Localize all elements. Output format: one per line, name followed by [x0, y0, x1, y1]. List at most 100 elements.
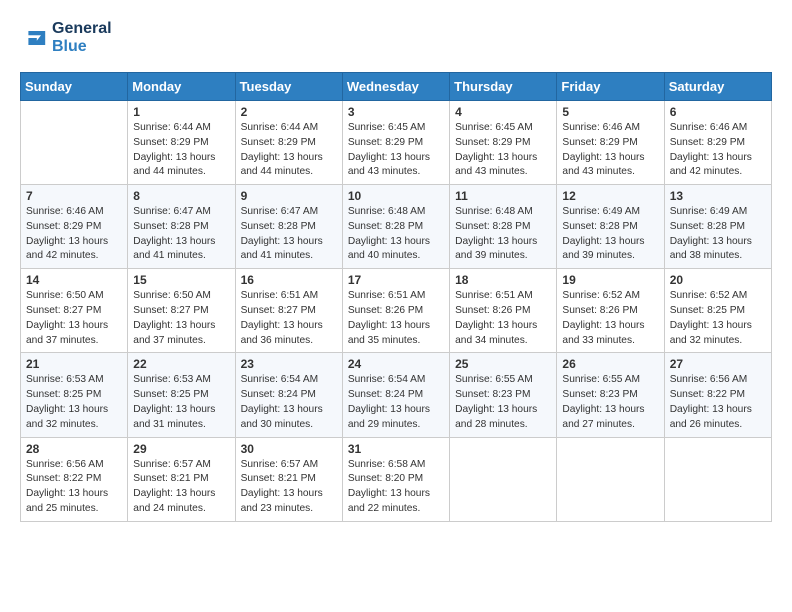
calendar-cell: 6 Sunrise: 6:46 AMSunset: 8:29 PMDaylight… [664, 101, 771, 185]
day-number: 11 [455, 189, 551, 203]
calendar-week-row: 7Sunrise: 6:46 AMSunset: 8:29 PMDaylight… [21, 185, 772, 269]
calendar-week-row: 14Sunrise: 6:50 AMSunset: 8:27 PMDayligh… [21, 269, 772, 353]
day-number: 24 [348, 357, 444, 371]
logo-text: General Blue [52, 20, 112, 56]
day-info: Sunrise: 6:56 AMSunset: 8:22 PMDaylight:… [26, 458, 122, 517]
day-info: Sunrise: 6:48 AMSunset: 8:28 PMDaylight:… [348, 205, 444, 264]
day-number: 10 [348, 189, 444, 203]
calendar-cell: 11 Sunrise: 6:48 AMSunset: 8:28 PMDayligh… [450, 185, 557, 269]
day-number: 13 [670, 189, 766, 203]
day-info: Sunrise: 6:51 AMSunset: 8:27 PMDaylight:… [241, 289, 337, 348]
calendar-cell [557, 437, 664, 521]
day-number: 20 [670, 273, 766, 287]
day-number: 30 [241, 442, 337, 456]
day-info: Sunrise: 6:47 AMSunset: 8:28 PMDaylight:… [133, 205, 229, 264]
day-info: Sunrise: 6:47 AMSunset: 8:28 PMDaylight:… [241, 205, 337, 264]
day-info: Sunrise: 6:46 AMSunset: 8:29 PMDaylight:… [26, 205, 122, 264]
day-info: Sunrise: 6:44 AMSunset: 8:29 PMDaylight:… [133, 121, 229, 180]
day-info: Sunrise: 6:54 AMSunset: 8:24 PMDaylight:… [348, 373, 444, 432]
calendar-cell: 3 Sunrise: 6:45 AMSunset: 8:29 PMDaylight… [342, 101, 449, 185]
day-info: Sunrise: 6:45 AMSunset: 8:29 PMDaylight:… [348, 121, 444, 180]
day-info: Sunrise: 6:45 AMSunset: 8:29 PMDaylight:… [455, 121, 551, 180]
calendar-cell: 5 Sunrise: 6:46 AMSunset: 8:29 PMDaylight… [557, 101, 664, 185]
calendar-table: SundayMondayTuesdayWednesdayThursdayFrid… [20, 72, 772, 522]
logo: General Blue [20, 20, 112, 56]
day-info: Sunrise: 6:56 AMSunset: 8:22 PMDaylight:… [670, 373, 766, 432]
day-info: Sunrise: 6:55 AMSunset: 8:23 PMDaylight:… [562, 373, 658, 432]
day-number: 16 [241, 273, 337, 287]
weekday-header: Thursday [450, 73, 557, 101]
day-number: 22 [133, 357, 229, 371]
weekday-header: Sunday [21, 73, 128, 101]
day-info: Sunrise: 6:44 AMSunset: 8:29 PMDaylight:… [241, 121, 337, 180]
day-number: 29 [133, 442, 229, 456]
calendar-cell: 15 Sunrise: 6:50 AMSunset: 8:27 PMDayligh… [128, 269, 235, 353]
calendar-cell: 12 Sunrise: 6:49 AMSunset: 8:28 PMDayligh… [557, 185, 664, 269]
day-number: 5 [562, 105, 658, 119]
day-number: 21 [26, 357, 122, 371]
calendar-cell: 10 Sunrise: 6:48 AMSunset: 8:28 PMDayligh… [342, 185, 449, 269]
day-info: Sunrise: 6:49 AMSunset: 8:28 PMDaylight:… [562, 205, 658, 264]
calendar-cell: 4 Sunrise: 6:45 AMSunset: 8:29 PMDaylight… [450, 101, 557, 185]
day-info: Sunrise: 6:46 AMSunset: 8:29 PMDaylight:… [670, 121, 766, 180]
calendar-cell: 28 Sunrise: 6:56 AMSunset: 8:22 PMDayligh… [21, 437, 128, 521]
calendar-cell: 24 Sunrise: 6:54 AMSunset: 8:24 PMDayligh… [342, 353, 449, 437]
calendar-cell: 16 Sunrise: 6:51 AMSunset: 8:27 PMDayligh… [235, 269, 342, 353]
calendar-cell: 23Sunrise: 6:54 AMSunset: 8:24 PMDayligh… [235, 353, 342, 437]
calendar-cell: 14Sunrise: 6:50 AMSunset: 8:27 PMDayligh… [21, 269, 128, 353]
day-info: Sunrise: 6:50 AMSunset: 8:27 PMDaylight:… [133, 289, 229, 348]
day-info: Sunrise: 6:51 AMSunset: 8:26 PMDaylight:… [455, 289, 551, 348]
day-info: Sunrise: 6:53 AMSunset: 8:25 PMDaylight:… [133, 373, 229, 432]
calendar-cell: 7Sunrise: 6:46 AMSunset: 8:29 PMDaylight… [21, 185, 128, 269]
day-number: 18 [455, 273, 551, 287]
day-number: 25 [455, 357, 551, 371]
day-info: Sunrise: 6:57 AMSunset: 8:21 PMDaylight:… [133, 458, 229, 517]
day-number: 28 [26, 442, 122, 456]
calendar-cell [664, 437, 771, 521]
calendar-cell: 22 Sunrise: 6:53 AMSunset: 8:25 PMDayligh… [128, 353, 235, 437]
day-info: Sunrise: 6:50 AMSunset: 8:27 PMDaylight:… [26, 289, 122, 348]
day-info: Sunrise: 6:58 AMSunset: 8:20 PMDaylight:… [348, 458, 444, 517]
day-number: 4 [455, 105, 551, 119]
day-number: 12 [562, 189, 658, 203]
day-info: Sunrise: 6:52 AMSunset: 8:26 PMDaylight:… [562, 289, 658, 348]
weekday-header: Monday [128, 73, 235, 101]
weekday-header: Tuesday [235, 73, 342, 101]
calendar-header-row: SundayMondayTuesdayWednesdayThursdayFrid… [21, 73, 772, 101]
day-info: Sunrise: 6:52 AMSunset: 8:25 PMDaylight:… [670, 289, 766, 348]
day-number: 2 [241, 105, 337, 119]
day-info: Sunrise: 6:49 AMSunset: 8:28 PMDaylight:… [670, 205, 766, 264]
page-header: General Blue [20, 20, 772, 56]
weekday-header: Saturday [664, 73, 771, 101]
calendar-cell: 13 Sunrise: 6:49 AMSunset: 8:28 PMDayligh… [664, 185, 771, 269]
calendar-cell: 25 Sunrise: 6:55 AMSunset: 8:23 PMDayligh… [450, 353, 557, 437]
calendar-cell: 29 Sunrise: 6:57 AMSunset: 8:21 PMDayligh… [128, 437, 235, 521]
day-number: 6 [670, 105, 766, 119]
day-number: 1 [133, 105, 229, 119]
calendar-cell: 1 Sunrise: 6:44 AMSunset: 8:29 PMDaylight… [128, 101, 235, 185]
calendar-cell: 8 Sunrise: 6:47 AMSunset: 8:28 PMDaylight… [128, 185, 235, 269]
day-info: Sunrise: 6:46 AMSunset: 8:29 PMDaylight:… [562, 121, 658, 180]
calendar-cell [21, 101, 128, 185]
day-info: Sunrise: 6:48 AMSunset: 8:28 PMDaylight:… [455, 205, 551, 264]
day-number: 23 [241, 357, 337, 371]
calendar-cell: 19Sunrise: 6:52 AMSunset: 8:26 PMDayligh… [557, 269, 664, 353]
day-number: 26 [562, 357, 658, 371]
day-info: Sunrise: 6:55 AMSunset: 8:23 PMDaylight:… [455, 373, 551, 432]
day-info: Sunrise: 6:57 AMSunset: 8:21 PMDaylight:… [241, 458, 337, 517]
calendar-cell: 26 Sunrise: 6:55 AMSunset: 8:23 PMDayligh… [557, 353, 664, 437]
day-number: 17 [348, 273, 444, 287]
calendar-cell [450, 437, 557, 521]
day-number: 8 [133, 189, 229, 203]
calendar-cell: 31 Sunrise: 6:58 AMSunset: 8:20 PMDayligh… [342, 437, 449, 521]
day-info: Sunrise: 6:51 AMSunset: 8:26 PMDaylight:… [348, 289, 444, 348]
weekday-header: Wednesday [342, 73, 449, 101]
day-number: 9 [241, 189, 337, 203]
day-number: 3 [348, 105, 444, 119]
calendar-cell: 2 Sunrise: 6:44 AMSunset: 8:29 PMDaylight… [235, 101, 342, 185]
day-number: 27 [670, 357, 766, 371]
calendar-cell: 21Sunrise: 6:53 AMSunset: 8:25 PMDayligh… [21, 353, 128, 437]
calendar-cell: 27 Sunrise: 6:56 AMSunset: 8:22 PMDayligh… [664, 353, 771, 437]
day-number: 31 [348, 442, 444, 456]
day-number: 15 [133, 273, 229, 287]
